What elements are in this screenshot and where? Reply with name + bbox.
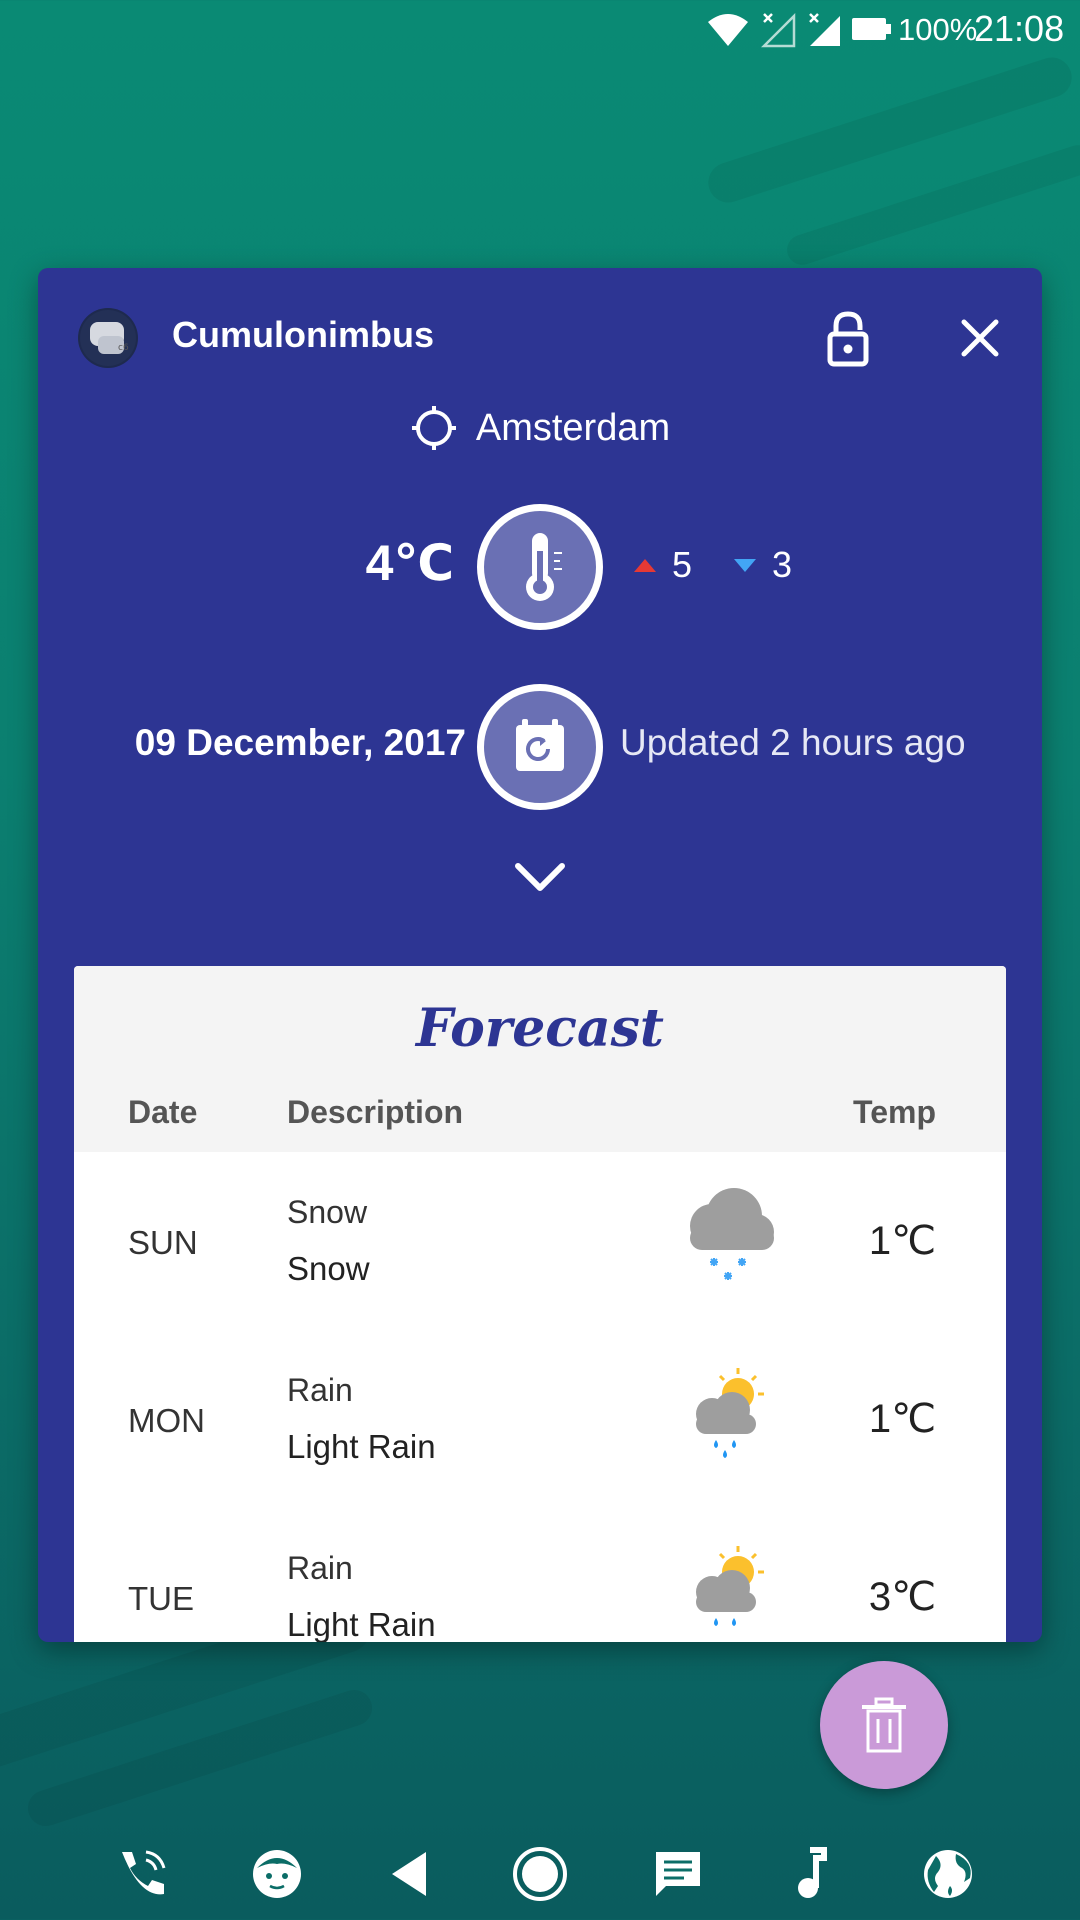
- max-arrow-icon: [634, 558, 656, 572]
- column-header-description: Description: [287, 1094, 464, 1130]
- sun-rain-cloud-icon: [696, 1546, 764, 1626]
- home-icon: [513, 1847, 567, 1901]
- min-max-temperature: 5 3: [634, 544, 792, 586]
- lock-icon: [827, 311, 869, 367]
- lock-button[interactable]: [814, 304, 882, 372]
- battery-percentage: 100%: [898, 12, 978, 47]
- wifi-icon: [708, 14, 748, 46]
- navigation-bar: [0, 1834, 1080, 1920]
- column-header-temp: Temp: [853, 1094, 936, 1130]
- forecast-day: MON: [128, 1402, 205, 1439]
- location-name: Amsterdam: [475, 406, 671, 449]
- forecast-row[interactable]: SUN Snow Snow 1℃: [74, 1152, 1006, 1330]
- svg-text:c6: c6: [118, 343, 129, 353]
- forecast-day: SUN: [128, 1224, 198, 1261]
- forecast-temperature: 1℃: [868, 1397, 936, 1441]
- thermometer-badge: [477, 504, 603, 630]
- max-temperature: 5: [672, 544, 693, 585]
- message-button[interactable]: [646, 1842, 710, 1906]
- music-icon: [798, 1847, 827, 1898]
- face-button[interactable]: [245, 1842, 309, 1906]
- status-clock: 21:08: [974, 8, 1065, 49]
- forecast-header: Forecast Date Description Temp: [74, 966, 1006, 1152]
- forecast-temperature: 1℃: [868, 1219, 936, 1263]
- forecast-condition: Snow: [287, 1194, 368, 1230]
- chevron-down-icon: [515, 863, 565, 891]
- back-button[interactable]: [380, 1842, 444, 1906]
- snow-cloud-icon: [690, 1188, 774, 1280]
- last-updated: Updated 2 hours ago: [620, 722, 966, 763]
- signal-off-icon: [760, 12, 796, 48]
- browser-button[interactable]: [916, 1842, 980, 1906]
- refresh-button[interactable]: [477, 684, 603, 810]
- forecast-day: TUE: [128, 1580, 194, 1617]
- signal-icon: [809, 13, 840, 46]
- forecast-condition: Rain: [287, 1372, 353, 1408]
- column-header-date: Date: [128, 1094, 198, 1130]
- sun-rain-cloud-icon: [696, 1368, 764, 1458]
- cumulonimbus-app-icon: c6: [78, 308, 138, 368]
- globe-icon: [924, 1850, 972, 1898]
- app-name: Cumulonimbus: [172, 314, 434, 355]
- home-button[interactable]: [508, 1842, 572, 1906]
- forecast-condition: Rain: [287, 1550, 353, 1586]
- phone-icon: [122, 1850, 166, 1895]
- location-row[interactable]: Amsterdam: [38, 398, 1042, 458]
- forecast-row[interactable]: MON Rain Light Rain 1℃: [74, 1330, 1006, 1508]
- message-icon: [656, 1852, 700, 1896]
- forecast-panel: Forecast Date Description Temp SUN Snow …: [74, 966, 1006, 1642]
- expand-button[interactable]: [508, 852, 572, 902]
- forecast-date: 09 December, 2017: [134, 722, 466, 763]
- forecast-description: Light Rain: [287, 1606, 436, 1642]
- forecast-row[interactable]: TUE Rain Light Rain 3℃: [74, 1508, 1006, 1642]
- min-arrow-icon: [734, 558, 757, 572]
- music-button[interactable]: [780, 1842, 844, 1906]
- current-temperature: 4℃: [365, 535, 454, 591]
- close-button[interactable]: [950, 308, 1010, 368]
- battery-icon: [852, 18, 891, 40]
- close-icon: [961, 319, 999, 357]
- temperature-row: 4℃ 5 3: [38, 504, 1042, 630]
- min-temperature: 3: [772, 544, 793, 585]
- forecast-temperature: 3℃: [868, 1575, 936, 1619]
- trash-icon: [862, 1697, 906, 1753]
- phone-button[interactable]: [110, 1842, 174, 1906]
- face-icon: [253, 1850, 301, 1898]
- status-bar: 100% 21:08: [0, 0, 1080, 60]
- weather-card: c6 Cumulonimbus Amsterdam 4℃ 5 3 09 Dece…: [38, 268, 1042, 1642]
- forecast-description: Snow: [287, 1250, 370, 1287]
- forecast-title: Forecast: [416, 998, 664, 1059]
- thermometer-icon: [526, 533, 562, 601]
- back-icon: [392, 1852, 426, 1896]
- calendar-refresh-icon: [516, 719, 564, 771]
- date-row: 09 December, 2017 Updated 2 hours ago: [38, 684, 1042, 810]
- delete-fab-button[interactable]: [820, 1661, 948, 1789]
- location-target-icon: [411, 406, 456, 450]
- forecast-description: Light Rain: [287, 1428, 436, 1465]
